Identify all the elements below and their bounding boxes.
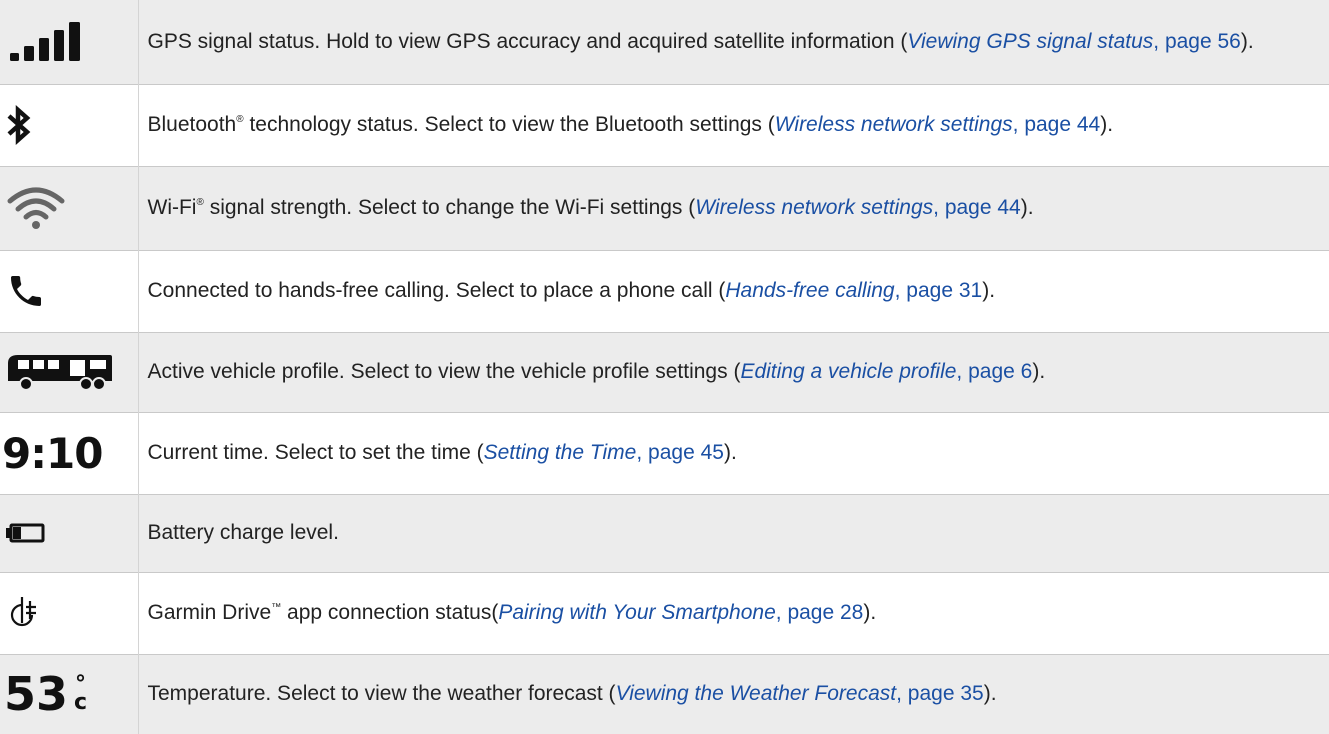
row-tail: ).: [982, 279, 996, 302]
row-description: Garmin Drive™ app connection status(Pair…: [138, 572, 1329, 654]
table-row: Garmin Drive™ app connection status(Pair…: [0, 572, 1329, 654]
row-description: Connected to hands-free calling. Select …: [138, 250, 1329, 332]
row-description: Bluetooth® technology status. Select to …: [138, 84, 1329, 166]
row-text: Connected to hands-free calling. Select …: [147, 279, 726, 302]
link-separator[interactable]: ,: [956, 360, 968, 383]
table-row: Active vehicle profile. Select to view t…: [0, 332, 1329, 412]
icon-cell: [0, 572, 139, 654]
row-text: Bluetooth: [147, 113, 237, 136]
row-text-cont: app connection status(: [281, 601, 499, 624]
garmin-drive-icon: [10, 597, 36, 627]
row-text: Battery charge level.: [147, 521, 339, 544]
icon-cell: [0, 332, 139, 412]
link-page[interactable]: page 6: [968, 360, 1032, 383]
row-description: Battery charge level.: [138, 494, 1329, 572]
link-separator[interactable]: ,: [895, 279, 907, 302]
table-row: Bluetooth® technology status. Select to …: [0, 84, 1329, 166]
icon-cell: [0, 84, 139, 166]
cross-reference-link[interactable]: Editing a vehicle profile, page 6: [740, 360, 1032, 383]
registered-mark: ®: [236, 114, 244, 125]
table-row: Wi-Fi® signal strength. Select to change…: [0, 166, 1329, 250]
link-page[interactable]: page 45: [648, 441, 724, 464]
temperature-icon: 53 ° c: [4, 667, 87, 721]
wifi-icon: [7, 187, 65, 229]
row-text-cont: technology status. Select to view the Bl…: [243, 113, 775, 136]
link-page[interactable]: page 35: [908, 682, 984, 705]
gps-signal-icon: [10, 21, 80, 61]
cross-reference-link[interactable]: Setting the Time, page 45: [484, 441, 724, 464]
icon-cell: [0, 0, 139, 84]
row-tail: ).: [863, 601, 877, 624]
row-description: Temperature. Select to view the weather …: [138, 654, 1329, 734]
row-text-cont: signal strength. Select to change the Wi…: [203, 196, 696, 219]
row-description: GPS signal status. Hold to view GPS accu…: [138, 0, 1329, 84]
table-row: 9:10 Current time. Select to set the tim…: [0, 412, 1329, 494]
cross-reference-link[interactable]: Viewing GPS signal status, page 56: [907, 30, 1241, 53]
bluetooth-icon: [7, 105, 31, 145]
table-row: 53 ° c Temperature. Select to view the wea…: [0, 654, 1329, 734]
row-text: Current time. Select to set the time (: [147, 441, 484, 464]
registered-mark: ®: [196, 197, 204, 208]
icon-cell: [0, 166, 139, 250]
cross-reference-link[interactable]: Hands-free calling, page 31: [725, 279, 982, 302]
link-title[interactable]: Viewing the Weather Forecast: [616, 682, 897, 705]
link-separator[interactable]: ,: [1153, 30, 1165, 53]
icon-cell: 9:10: [0, 412, 139, 494]
row-text: Temperature. Select to view the weather …: [147, 682, 616, 706]
link-title[interactable]: Wireless network settings: [695, 196, 933, 219]
link-page[interactable]: page 31: [906, 279, 982, 302]
trademark-mark: ™: [271, 602, 282, 613]
link-page[interactable]: page 56: [1165, 30, 1241, 53]
table-row: GPS signal status. Hold to view GPS accu…: [0, 0, 1329, 84]
row-description: Wi-Fi® signal strength. Select to change…: [138, 166, 1329, 250]
cross-reference-link[interactable]: Viewing the Weather Forecast, page 35: [616, 682, 984, 705]
link-separator[interactable]: ,: [636, 441, 648, 464]
celsius-letter: c: [74, 690, 88, 716]
row-tail: ).: [723, 441, 737, 464]
temperature-unit: ° c: [74, 674, 88, 716]
cross-reference-link[interactable]: Wireless network settings, page 44: [695, 196, 1020, 219]
row-tail: ).: [1032, 360, 1046, 383]
row-tail: ).: [983, 682, 997, 706]
row-description: Active vehicle profile. Select to view t…: [138, 332, 1329, 412]
table-row: Connected to hands-free calling. Select …: [0, 250, 1329, 332]
time-icon: 9:10: [2, 428, 103, 478]
link-title[interactable]: Viewing GPS signal status: [907, 30, 1153, 53]
icon-cell: [0, 494, 139, 572]
rv-vehicle-icon: [8, 355, 112, 391]
battery-icon: [6, 523, 45, 543]
row-text: Wi-Fi: [147, 196, 197, 219]
icon-cell: 53 ° c: [0, 654, 139, 734]
link-title[interactable]: Editing a vehicle profile: [740, 360, 956, 383]
row-text: GPS signal status. Hold to view GPS accu…: [147, 29, 908, 53]
link-title[interactable]: Setting the Time: [484, 441, 637, 464]
row-tail: ).: [1100, 113, 1114, 136]
link-title[interactable]: Wireless network settings: [775, 113, 1013, 136]
row-tail: ).: [1240, 29, 1254, 53]
link-separator[interactable]: ,: [776, 601, 788, 624]
status-icon-table: GPS signal status. Hold to view GPS accu…: [0, 0, 1329, 734]
cross-reference-link[interactable]: Wireless network settings, page 44: [775, 113, 1100, 136]
table-row: Battery charge level.: [0, 494, 1329, 572]
row-tail: ).: [1020, 196, 1034, 219]
link-page[interactable]: page 44: [1024, 113, 1100, 136]
link-separator[interactable]: ,: [1013, 113, 1025, 136]
phone-icon: [11, 276, 41, 306]
link-page[interactable]: page 44: [945, 196, 1021, 219]
row-text: Garmin Drive: [147, 601, 272, 624]
cross-reference-link[interactable]: Pairing with Your Smartphone, page 28: [498, 601, 863, 624]
link-title[interactable]: Pairing with Your Smartphone: [498, 601, 775, 624]
row-text: Active vehicle profile. Select to view t…: [147, 360, 741, 383]
link-separator[interactable]: ,: [933, 196, 945, 219]
link-title[interactable]: Hands-free calling: [725, 279, 894, 302]
link-separator[interactable]: ,: [896, 682, 908, 705]
link-page[interactable]: page 28: [787, 601, 863, 624]
row-description: Current time. Select to set the time (Se…: [138, 412, 1329, 494]
temperature-value: 53: [4, 667, 69, 722]
icon-cell: [0, 250, 139, 332]
